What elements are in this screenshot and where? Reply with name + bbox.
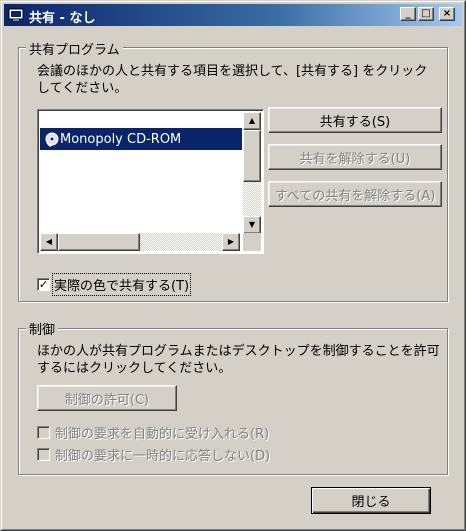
unshare-button-label: 共有を解除する(U) (299, 151, 411, 167)
do-not-disturb-checkbox[interactable] (37, 448, 50, 461)
true-color-checkbox[interactable]: ✓ (37, 278, 50, 291)
share-instructions-line1: 会議のほかの人と共有する項目を選択して、[共有する] をクリック (37, 64, 428, 79)
title-bar[interactable]: 共有 - なし _ □ × (4, 4, 462, 26)
window-title: 共有 - なし (29, 11, 96, 26)
share-dialog-window: 共有 - なし _ □ × 共有プログラム 会議のほかの人と共有する項目を選択し… (0, 0, 466, 531)
auto-accept-control-checkbox-label[interactable]: 制御の要求を自動的に受け入れる(R) (55, 423, 269, 442)
scroll-up-icon[interactable]: ▲ (243, 112, 261, 130)
share-button[interactable]: 共有する(S) (268, 107, 442, 133)
list-item[interactable]: Monopoly CD-ROM (40, 128, 242, 150)
maximize-button[interactable]: □ (418, 7, 434, 21)
vertical-scroll-thumb[interactable] (243, 130, 261, 182)
control-instructions-line2: するにはクリックしてください。 (37, 361, 232, 376)
horizontal-scroll-thumb[interactable] (58, 233, 140, 251)
allow-control-button[interactable]: 制御の許可(C) (37, 385, 177, 411)
close-window-button[interactable]: × (439, 7, 455, 21)
control-group-label: 制御 (26, 319, 59, 338)
vertical-scrollbar[interactable]: ▲ ▼ (243, 112, 261, 234)
allow-control-button-label: 制御の許可(C) (64, 392, 150, 408)
cd-rom-program-icon (45, 132, 59, 147)
true-color-checkbox-label[interactable]: 実際の色で共有する(T) (51, 273, 192, 296)
list-item-label: Monopoly CD-ROM (60, 131, 182, 147)
share-instructions-line2: してください。 (37, 81, 128, 96)
unshare-button[interactable]: 共有を解除する(U) (268, 144, 442, 170)
do-not-disturb-checkbox-label[interactable]: 制御の要求に一時的に応答しない(D) (55, 445, 270, 464)
scrollbar-corner (243, 233, 261, 251)
horizontal-scrollbar[interactable]: ◀ ▶ (40, 233, 240, 251)
unshare-all-button[interactable]: すべての共有を解除する(A) (268, 181, 442, 207)
control-instructions-line1: ほかの人が共有プログラムまたはデスクトップを制御することを許可 (37, 344, 440, 359)
scroll-down-icon[interactable]: ▼ (243, 216, 261, 234)
unshare-all-button-label: すべての共有を解除する(A) (274, 188, 436, 204)
auto-accept-control-checkbox[interactable] (37, 426, 50, 439)
close-button[interactable]: 閉じる (311, 487, 431, 514)
shareable-programs-list[interactable]: Monopoly CD-ROM ▲ ▼ ◀ ▶ (37, 109, 264, 254)
scroll-right-icon[interactable]: ▶ (222, 233, 240, 251)
share-button-label: 共有する(S) (319, 114, 391, 130)
sharing-window-icon (8, 8, 24, 21)
minimize-button[interactable]: _ (400, 7, 416, 21)
close-button-label: 閉じる (351, 495, 391, 510)
scroll-left-icon[interactable]: ◀ (40, 233, 58, 251)
shared-programs-group-label: 共有プログラム (26, 39, 123, 58)
